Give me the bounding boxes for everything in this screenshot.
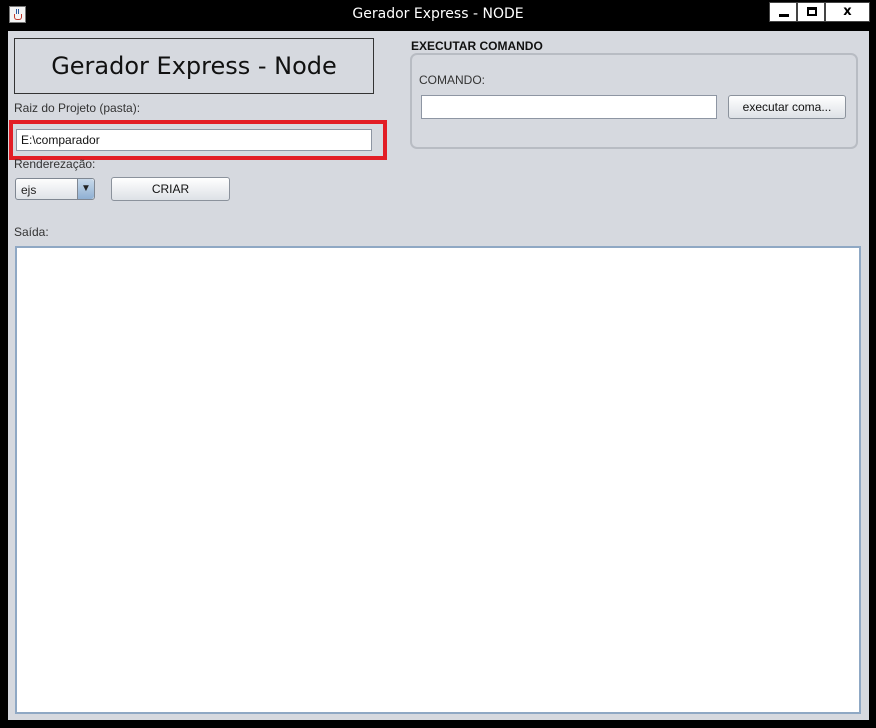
command-label: COMANDO: — [419, 73, 485, 87]
command-input[interactable] — [421, 95, 717, 119]
render-label: Renderezação: — [14, 157, 96, 171]
title-bar[interactable]: Gerador Express - NODE x — [0, 0, 876, 31]
project-root-input[interactable] — [16, 129, 372, 151]
maximize-icon — [807, 7, 817, 16]
output-label: Saída: — [14, 225, 49, 239]
chevron-down-icon[interactable]: ▼ — [77, 179, 94, 199]
window-title: Gerador Express - NODE — [352, 6, 524, 22]
header-title: Gerador Express - Node — [51, 52, 337, 80]
create-button[interactable]: CRIAR — [111, 177, 230, 201]
close-button[interactable]: x — [825, 2, 870, 22]
minimize-button[interactable] — [769, 2, 797, 22]
minimize-icon — [779, 14, 789, 17]
close-icon: x — [843, 4, 852, 19]
header-panel: Gerador Express - Node — [14, 38, 374, 94]
output-textarea[interactable] — [15, 246, 861, 714]
execute-command-button[interactable]: executar coma... — [728, 95, 846, 119]
render-engine-value: ejs — [21, 183, 37, 197]
client-area: Gerador Express - Node Raiz do Projeto (… — [8, 31, 869, 720]
render-engine-select[interactable]: ejs ▼ — [15, 178, 95, 200]
project-root-label: Raiz do Projeto (pasta): — [14, 101, 141, 115]
app-window: Gerador Express - NODE x Gerador Express… — [0, 0, 876, 728]
command-group-title: EXECUTAR COMANDO — [411, 39, 543, 53]
maximize-button[interactable] — [797, 2, 825, 22]
